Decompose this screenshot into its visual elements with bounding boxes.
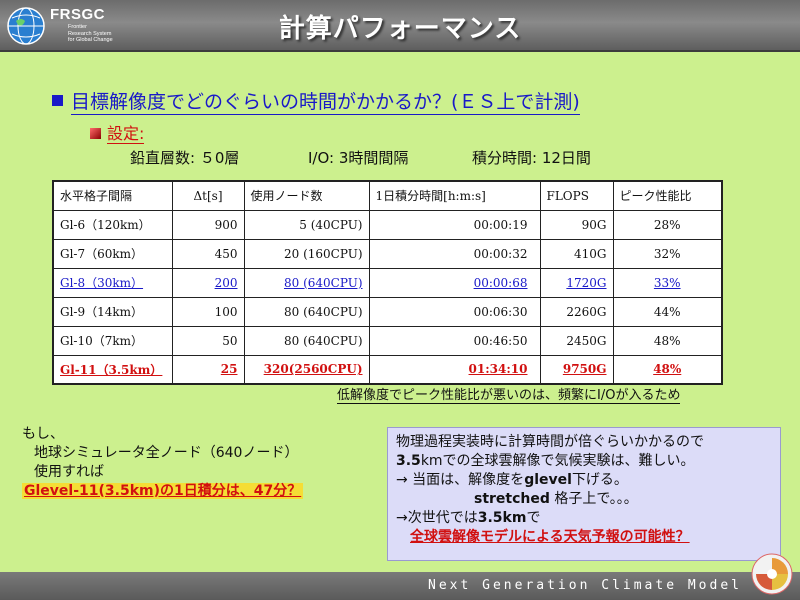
- table-cell: 50: [171, 325, 245, 356]
- cube-bullet-icon: [90, 128, 101, 139]
- col-header: 使用ノード数: [243, 180, 370, 211]
- table-note: 低解像度でピーク性能比が悪いのは、頻繁にI/Oが入るため: [337, 384, 681, 404]
- table-cell: 00:00:32: [368, 238, 541, 269]
- table-cell: 9750G: [539, 354, 614, 385]
- col-header: Δt[s]: [171, 180, 245, 211]
- box-line: 物理過程実装時に計算時間が倍ぐらいかかるので: [396, 434, 704, 450]
- left-note-line: 地球シミュレータ全ノード（640ノード）: [34, 445, 299, 461]
- table-cell: 5 (40CPU): [243, 209, 370, 240]
- table-cell: Gl-10（7km）: [52, 325, 173, 356]
- box-line: → 当面は、解像度をglevel下げる。: [396, 471, 772, 490]
- table-cell: Gl-6（120km）: [52, 209, 173, 240]
- table-cell: 1720G: [539, 267, 614, 298]
- table-row-highlight-red: Gl-11（3.5km） 25 320(2560CPU) 01:34:10 97…: [52, 354, 723, 385]
- settings-heading: 設定:: [90, 120, 145, 144]
- box-line: →次世代では3.5kmで: [396, 509, 772, 528]
- table-cell: 2450G: [539, 325, 614, 356]
- table-cell: 00:00:19: [368, 209, 541, 240]
- info-box: 物理過程実装時に計算時間が倍ぐらいかかるので 3.5kmでの全球雲解像で気候実験…: [387, 427, 781, 561]
- footer-text: Next Generation Climate Model: [428, 578, 742, 593]
- col-header: ピーク性能比: [612, 180, 723, 211]
- param-integration: 積分時間: 12日間: [472, 149, 591, 167]
- box-line: stretched 格子上で。。。: [396, 490, 772, 509]
- table-cell: 80 (640CPU): [243, 325, 370, 356]
- table-cell: 48%: [612, 325, 723, 356]
- box-bold: 3.5: [396, 453, 421, 469]
- table-row: Gl-10（7km） 50 80 (640CPU) 00:46:50 2450G…: [52, 325, 723, 356]
- box-line: 3.5kmでの全球雲解像で気候実験は、難しい。: [396, 452, 772, 471]
- performance-table: 水平格子間隔 Δt[s] 使用ノード数 1日積分時間[h:m:s] FLOPS …: [52, 180, 723, 385]
- param-io: I/O: 3時間間隔: [308, 149, 409, 167]
- table-cell: 410G: [539, 238, 614, 269]
- col-header: 水平格子間隔: [52, 180, 173, 211]
- table-cell: 450: [171, 238, 245, 269]
- table-cell: 33%: [612, 267, 723, 298]
- table-cell: 28%: [612, 209, 723, 240]
- sun-logo-icon: [751, 553, 793, 595]
- table-cell: 900: [171, 209, 245, 240]
- table-cell: 100: [171, 296, 245, 327]
- box-text: で: [526, 510, 541, 526]
- param-vertical: 鉛直層数: ５0層: [130, 149, 240, 167]
- table-cell: 2260G: [539, 296, 614, 327]
- table-row-highlight-blue: Gl-8（30km） 200 80 (640CPU) 00:00:68 1720…: [52, 267, 723, 298]
- table-cell: Gl-9（14km）: [52, 296, 173, 327]
- left-note-line: 使用すれば: [34, 464, 104, 480]
- left-note: もし、 地球シミュレータ全ノード（640ノード） 使用すれば Glevel-11…: [22, 425, 304, 501]
- page-title: 計算パフォーマンス: [278, 14, 522, 44]
- box-bold: stretched: [474, 491, 550, 507]
- table-cell: 00:46:50: [368, 325, 541, 356]
- table-cell: 32%: [612, 238, 723, 269]
- table-cell: Gl-8（30km）: [52, 267, 173, 298]
- box-text: → 当面は、解像度を: [396, 472, 525, 488]
- table-cell: 44%: [612, 296, 723, 327]
- box-line: 全球雲解像モデルによる天気予報の可能性？: [396, 528, 772, 547]
- table-cell: 80 (640CPU): [243, 296, 370, 327]
- table-cell: 00:06:30: [368, 296, 541, 327]
- table-cell: Gl-11（3.5km）: [52, 354, 173, 385]
- left-note-highlight: Glevel-11(3.5km)の1日積分は、47分？: [22, 483, 304, 499]
- box-text: 格子上で。。。: [549, 491, 638, 507]
- headline-text: 目標解像度でどのぐらいの時間がかかるか？(ＥＳ上で計測): [71, 91, 580, 115]
- table-cell: Gl-7（60km）: [52, 238, 173, 269]
- square-bullet-icon: [52, 95, 63, 106]
- col-header: FLOPS: [539, 180, 614, 211]
- header-bar: FRSGC Frontier Research System for Globa…: [0, 0, 800, 52]
- table-cell: 48%: [612, 354, 723, 385]
- col-header: 1日積分時間[h:m:s]: [368, 180, 541, 211]
- box-alert: 全球雲解像モデルによる天気予報の可能性？: [410, 529, 690, 545]
- settings-heading-text: 設定:: [107, 124, 145, 144]
- table-cell: 80 (640CPU): [243, 267, 370, 298]
- table-cell: 90G: [539, 209, 614, 240]
- table-cell: 200: [171, 267, 245, 298]
- left-note-line: もし、: [22, 426, 64, 442]
- headline: 目標解像度でどのぐらいの時間がかかるか？(ＥＳ上で計測): [52, 87, 580, 115]
- table-header-row: 水平格子間隔 Δt[s] 使用ノード数 1日積分時間[h:m:s] FLOPS …: [52, 180, 723, 211]
- box-text: kmでの全球雲解像で気候実験は、難しい。: [420, 453, 695, 469]
- table-cell: 00:00:68: [368, 267, 541, 298]
- table-row: Gl-7（60km） 450 20 (160CPU) 00:00:32 410G…: [52, 238, 723, 269]
- table-cell: 01:34:10: [368, 354, 541, 385]
- table-row: Gl-6（120km） 900 5 (40CPU) 00:00:19 90G 2…: [52, 209, 723, 240]
- table-cell: 20 (160CPU): [243, 238, 370, 269]
- box-bold: 3.5km: [477, 510, 527, 526]
- box-text: 下げる。: [571, 472, 628, 488]
- box-text: →次世代では: [396, 510, 478, 526]
- table-cell: 320(2560CPU): [243, 354, 370, 385]
- footer-bar: Next Generation Climate Model: [0, 572, 800, 600]
- table-row: Gl-9（14km） 100 80 (640CPU) 00:06:30 2260…: [52, 296, 723, 327]
- box-bold: glevel: [524, 472, 572, 488]
- table-cell: 25: [171, 354, 245, 385]
